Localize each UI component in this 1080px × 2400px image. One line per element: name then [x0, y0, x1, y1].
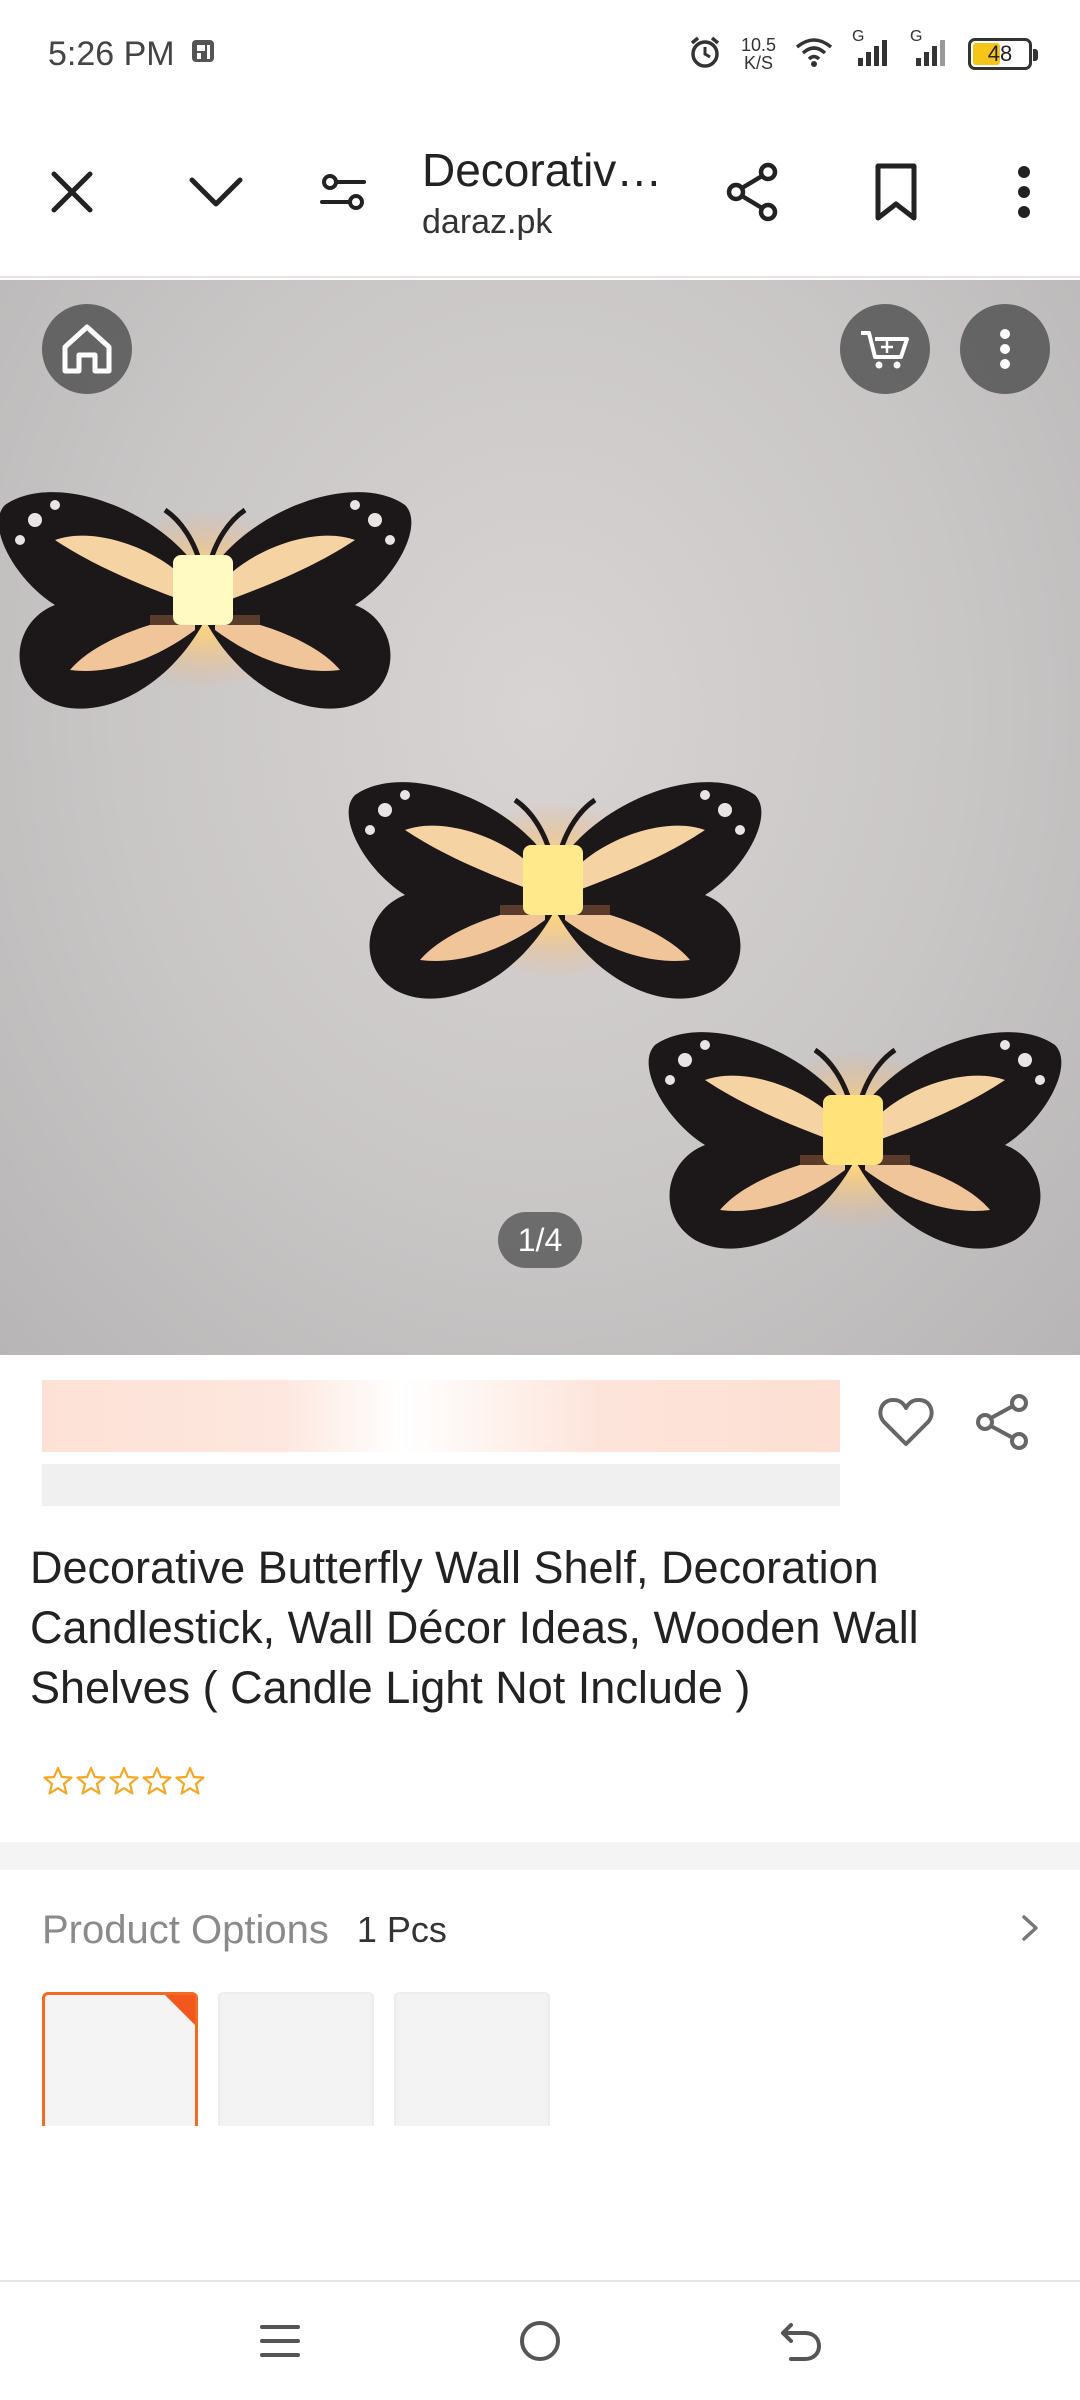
gallery-more-button[interactable] [960, 304, 1050, 394]
share-icon [726, 162, 778, 222]
minimize-button[interactable] [144, 132, 288, 252]
home-icon [62, 324, 112, 374]
chevron-down-icon [189, 177, 243, 207]
status-time: 5:26 PM [48, 34, 175, 73]
heart-icon [878, 1398, 934, 1446]
image-counter: 1/4 [498, 1212, 582, 1268]
bookmark-icon [875, 163, 917, 221]
battery-icon: 48 [968, 38, 1038, 70]
home-button[interactable] [42, 304, 132, 394]
option-thumbnail[interactable] [218, 1992, 374, 2126]
product-options-value: 1 Pcs [356, 1909, 447, 1950]
battery-level: 48 [987, 41, 1013, 66]
sim1-label: G [852, 27, 865, 45]
rating-stars[interactable] [42, 1765, 206, 1797]
network-speed: 10.5 K/S [741, 36, 776, 72]
wishlist-button[interactable] [866, 1382, 946, 1462]
more-vert-icon [1018, 166, 1030, 218]
back-icon [781, 2323, 822, 2361]
subprice-skeleton [42, 1464, 840, 1506]
star-icon [175, 1766, 205, 1795]
more-options-button[interactable] [968, 132, 1080, 252]
cart-icon [861, 331, 909, 369]
network-speed-unit: K/S [743, 53, 773, 73]
star-icon [76, 1766, 106, 1795]
alarm-icon [687, 34, 723, 75]
browser-toolbar: Decorative Butterfly Wall Shelf daraz.pk [0, 108, 1080, 278]
product-image-gallery[interactable]: 1/4 [0, 280, 1080, 1355]
recents-button[interactable] [230, 2291, 330, 2391]
option-thumbnails [42, 1992, 550, 2126]
product-title: Decorative Butterfly Wall Shelf, Decorat… [30, 1542, 919, 1713]
close-button[interactable] [0, 132, 144, 252]
product-options-row[interactable]: Product Options 1 Pcs [42, 1892, 1042, 1968]
section-divider [0, 1842, 1080, 1870]
signal-sim2-icon: G [910, 28, 950, 73]
option-thumbnail[interactable] [394, 1992, 550, 2126]
option-thumbnail-selected[interactable] [42, 1992, 198, 2126]
page-title-block[interactable]: Decorative Butterfly Wall Shelf daraz.pk [422, 143, 680, 242]
star-icon [109, 1766, 139, 1795]
back-button[interactable] [750, 2291, 850, 2391]
home-nav-button[interactable] [490, 2291, 590, 2391]
network-speed-value: 10.5 [740, 35, 776, 55]
cart-button[interactable] [840, 304, 930, 394]
status-bar: 5:26 PM 10.5 K/S G G 48 [0, 0, 1080, 108]
sim2-label: G [910, 27, 923, 45]
page-title: Decorative Butterfly Wall Shelf [422, 143, 672, 196]
status-left: 5:26 PM [48, 35, 217, 74]
share-icon [976, 1394, 1028, 1450]
site-settings-button[interactable] [288, 132, 398, 252]
menu-icon [260, 2325, 300, 2357]
share-button[interactable] [680, 132, 824, 252]
product-share-button[interactable] [962, 1382, 1042, 1462]
more-vert-icon [1000, 329, 1010, 369]
price-skeleton [42, 1380, 840, 1452]
product-options-label: Product Options [42, 1907, 329, 1952]
tune-icon [320, 174, 366, 210]
page-domain: daraz.pk [422, 202, 553, 241]
chevron-right-icon [1018, 1911, 1042, 1950]
close-icon [51, 171, 93, 213]
star-icon [43, 1766, 73, 1795]
star-icon [142, 1766, 172, 1795]
wifi-icon [794, 36, 834, 73]
notification-icon [189, 35, 217, 74]
product-photo [0, 280, 1080, 1355]
circle-home-icon [520, 2321, 560, 2361]
bookmark-button[interactable] [824, 132, 968, 252]
status-right: 10.5 K/S G G 48 [687, 28, 1038, 75]
signal-sim1-icon: G [852, 28, 892, 73]
system-nav-bar [0, 2280, 1080, 2400]
